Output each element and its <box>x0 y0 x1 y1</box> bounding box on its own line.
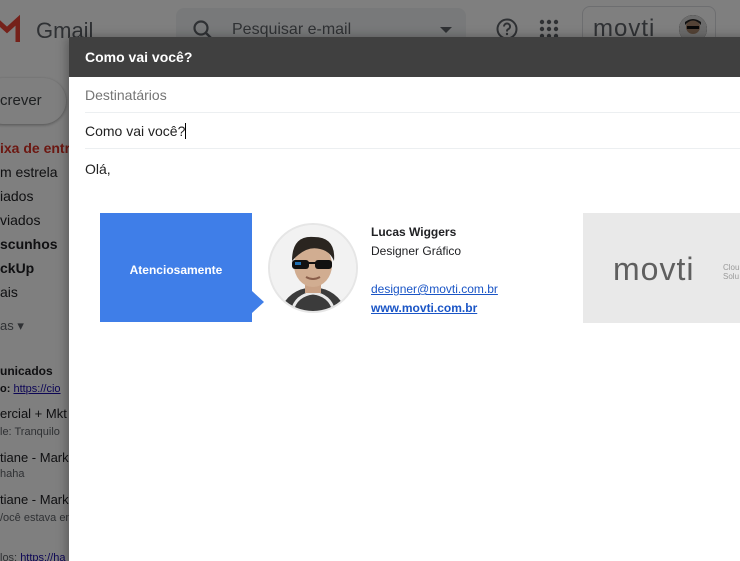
compose-window: Como vai você? Destinatários Como vai vo… <box>69 37 740 561</box>
logo-tagline-line-1: Clou <box>723 263 740 272</box>
signature-name: Lucas Wiggers <box>371 225 457 239</box>
recipients-field[interactable]: Destinatários <box>85 77 740 113</box>
signature-email-link[interactable]: designer@movti.com.br <box>371 282 498 296</box>
text-caret <box>185 123 187 139</box>
logo-tagline-line-2: Solu <box>723 272 740 281</box>
logo-wordmark: movti <box>613 251 695 287</box>
signature-role: Designer Gráfico <box>371 244 462 258</box>
body-greeting: Olá, <box>85 161 111 177</box>
compose-title[interactable]: Como vai você? <box>69 37 740 77</box>
signature-logo: movti Clou Solu <box>583 213 740 323</box>
signature-arrow-icon <box>252 291 264 313</box>
email-signature: Atenciosamente Lucas Wiggers Designer Gr… <box>100 213 740 325</box>
signature-photo <box>268 223 358 313</box>
signature-website-link[interactable]: www.movti.com.br <box>371 301 477 315</box>
subject-field[interactable]: Como vai você? <box>85 113 740 149</box>
logo-tagline: Clou Solu <box>723 263 739 281</box>
message-body[interactable]: Olá, <box>69 149 740 177</box>
subject-text: Como vai você? <box>85 123 186 139</box>
signature-closing-box: Atenciosamente <box>100 213 252 322</box>
signature-closing: Atenciosamente <box>129 263 223 277</box>
